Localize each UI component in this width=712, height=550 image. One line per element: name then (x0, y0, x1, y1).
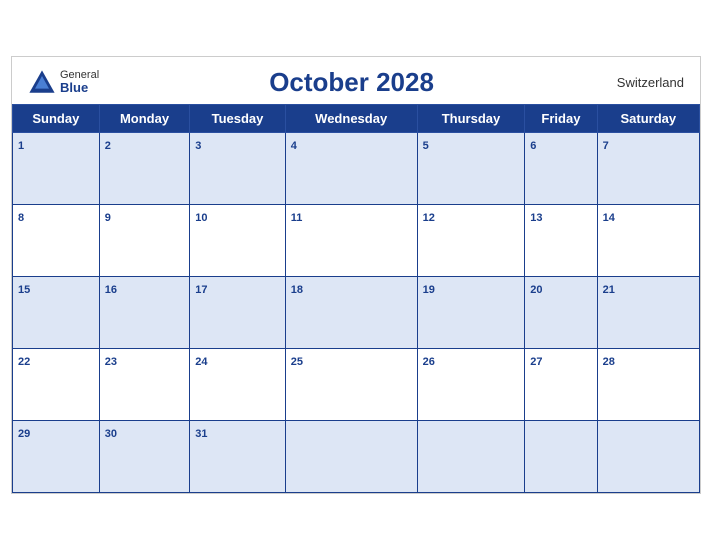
header-sunday: Sunday (13, 105, 100, 133)
calendar-cell: 20 (525, 277, 597, 349)
country-label: Switzerland (604, 75, 684, 90)
day-number: 20 (530, 284, 542, 296)
day-number: 3 (195, 140, 201, 152)
calendar-cell (597, 421, 699, 493)
calendar-cell: 22 (13, 349, 100, 421)
day-number: 26 (423, 356, 435, 368)
calendar-header: General Blue October 2028 Switzerland (12, 57, 700, 104)
calendar-cell (417, 421, 525, 493)
day-number: 14 (603, 212, 615, 224)
day-number: 8 (18, 212, 24, 224)
day-number: 17 (195, 284, 207, 296)
weekday-header-row: Sunday Monday Tuesday Wednesday Thursday… (13, 105, 700, 133)
calendar-cell: 9 (99, 205, 190, 277)
day-number: 25 (291, 356, 303, 368)
calendar-cell: 28 (597, 349, 699, 421)
day-number: 7 (603, 140, 609, 152)
week-row-1: 1 2 3 4 5 6 7 (13, 133, 700, 205)
calendar-cell: 10 (190, 205, 285, 277)
header-monday: Monday (99, 105, 190, 133)
calendar-cell: 23 (99, 349, 190, 421)
day-number: 2 (105, 140, 111, 152)
calendar-cell: 25 (285, 349, 417, 421)
calendar-cell: 3 (190, 133, 285, 205)
calendar-cell: 19 (417, 277, 525, 349)
calendar-cell: 24 (190, 349, 285, 421)
generalblue-logo-icon (28, 69, 56, 97)
day-number: 16 (105, 284, 117, 296)
calendar-cell: 18 (285, 277, 417, 349)
day-number: 11 (291, 212, 303, 224)
logo-area: General Blue (28, 69, 99, 97)
calendar-cell: 26 (417, 349, 525, 421)
day-number: 12 (423, 212, 435, 224)
calendar-cell: 31 (190, 421, 285, 493)
day-number: 5 (423, 140, 429, 152)
day-number: 10 (195, 212, 207, 224)
day-number: 13 (530, 212, 542, 224)
calendar-cell: 12 (417, 205, 525, 277)
logo-blue-text: Blue (60, 81, 99, 95)
calendar-cell: 16 (99, 277, 190, 349)
day-number: 27 (530, 356, 542, 368)
day-number: 15 (18, 284, 30, 296)
week-row-4: 22 23 24 25 26 27 28 (13, 349, 700, 421)
header-friday: Friday (525, 105, 597, 133)
week-row-3: 15 16 17 18 19 20 21 (13, 277, 700, 349)
calendar-cell: 13 (525, 205, 597, 277)
calendar-cell: 7 (597, 133, 699, 205)
calendar-cell: 11 (285, 205, 417, 277)
day-number: 19 (423, 284, 435, 296)
calendar-cell: 1 (13, 133, 100, 205)
header-thursday: Thursday (417, 105, 525, 133)
header-wednesday: Wednesday (285, 105, 417, 133)
day-number: 24 (195, 356, 207, 368)
calendar-cell: 27 (525, 349, 597, 421)
day-number: 28 (603, 356, 615, 368)
week-row-2: 8 9 10 11 12 13 14 (13, 205, 700, 277)
calendar-grid: Sunday Monday Tuesday Wednesday Thursday… (12, 104, 700, 493)
day-number: 6 (530, 140, 536, 152)
calendar-cell: 14 (597, 205, 699, 277)
calendar-container: General Blue October 2028 Switzerland Su… (11, 56, 701, 494)
calendar-cell (525, 421, 597, 493)
calendar-cell: 30 (99, 421, 190, 493)
calendar-cell: 21 (597, 277, 699, 349)
header-tuesday: Tuesday (190, 105, 285, 133)
calendar-cell: 17 (190, 277, 285, 349)
calendar-cell: 15 (13, 277, 100, 349)
calendar-cell: 2 (99, 133, 190, 205)
calendar-cell: 6 (525, 133, 597, 205)
week-row-5: 29 30 31 (13, 421, 700, 493)
logo-text: General Blue (60, 69, 99, 95)
calendar-cell: 4 (285, 133, 417, 205)
calendar-cell (285, 421, 417, 493)
header-saturday: Saturday (597, 105, 699, 133)
day-number: 4 (291, 140, 297, 152)
day-number: 21 (603, 284, 615, 296)
calendar-cell: 29 (13, 421, 100, 493)
day-number: 29 (18, 428, 30, 440)
calendar-cell: 5 (417, 133, 525, 205)
day-number: 9 (105, 212, 111, 224)
day-number: 31 (195, 428, 207, 440)
day-number: 30 (105, 428, 117, 440)
day-number: 23 (105, 356, 117, 368)
calendar-cell: 8 (13, 205, 100, 277)
day-number: 22 (18, 356, 30, 368)
day-number: 1 (18, 140, 24, 152)
day-number: 18 (291, 284, 303, 296)
calendar-title: October 2028 (99, 67, 604, 98)
